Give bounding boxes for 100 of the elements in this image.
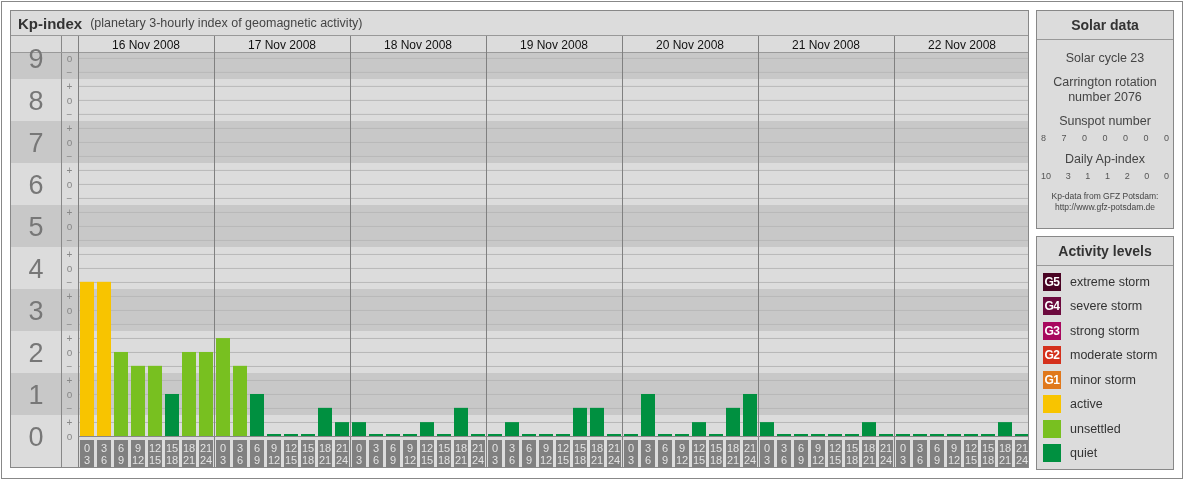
time-slot-label: 6 9	[794, 440, 808, 467]
level-label: active	[1070, 397, 1103, 411]
time-slot-label: 12 15	[692, 440, 706, 467]
kp-bar	[352, 422, 366, 436]
source-note: Kp-data from GFZ Potsdam: http://www.gfz-potsdam.de	[1050, 191, 1160, 213]
minor-tick-label: o	[66, 94, 73, 106]
date-label: 17 Nov 2008	[247, 37, 317, 52]
time-slot-label: 21 24	[607, 440, 621, 467]
time-slot-label: 15 18	[437, 440, 451, 467]
ap-index-value: 3	[1065, 171, 1071, 181]
kp-bar	[743, 394, 757, 436]
minor-tick-label: −	[66, 192, 73, 204]
kp-bar	[760, 422, 774, 436]
solar-cycle-text: Solar cycle 23	[1065, 51, 1145, 66]
y-axis-label: 1	[28, 380, 44, 410]
ap-index-value: 1	[1104, 171, 1110, 181]
time-slot-label: 15 18	[845, 440, 859, 467]
kp-bar	[250, 394, 264, 436]
time-slot-label: 9 12	[267, 440, 281, 467]
minor-tick-label: o	[66, 178, 73, 190]
date-label: 21 Nov 2008	[791, 37, 861, 52]
time-slot-label: 15 18	[709, 440, 723, 467]
level-label: minor storm	[1070, 372, 1136, 387]
kp-bar	[862, 422, 876, 436]
level-label: strong storm	[1070, 323, 1140, 338]
time-slot-label: 3 6	[505, 440, 519, 467]
time-slot-label: 21 24	[879, 440, 893, 467]
date-label: 19 Nov 2008	[519, 37, 589, 52]
panel-title: Kp-index	[18, 14, 83, 32]
ap-index-value: 0	[1144, 171, 1150, 181]
time-slot-label: 0 3	[896, 440, 910, 467]
level-label: severe storm	[1070, 299, 1143, 313]
kp-bar	[420, 422, 434, 436]
time-slot-label: 0 3	[352, 440, 366, 467]
y-axis-label: 7	[28, 127, 44, 158]
kp-bar	[335, 422, 349, 436]
time-slot-label: 0 3	[624, 440, 638, 467]
time-slot-label: 3 6	[777, 440, 791, 467]
panel-subtitle: (planetary 3-hourly index of geomagnetic activity)	[90, 16, 363, 30]
minor-tick-label: o	[66, 262, 73, 274]
kp-bar	[505, 422, 519, 436]
y-axis-label: 5	[28, 211, 44, 242]
minor-tick-label: +	[66, 375, 73, 386]
time-slot-label: 12 15	[828, 440, 842, 467]
kp-bar	[998, 422, 1012, 436]
minor-tick-label: +	[66, 206, 73, 218]
time-slot-label: 21 24	[1015, 440, 1028, 467]
level-label: quiet	[1070, 446, 1098, 460]
time-slot-label: 18 21	[182, 440, 196, 467]
minor-tick-label: o	[66, 346, 73, 358]
level-swatch: G1	[1043, 370, 1061, 389]
sunspot-value: 0	[1163, 133, 1169, 143]
date-label: 22 Nov 2008	[927, 37, 997, 52]
time-slot-label: 0 3	[760, 440, 774, 467]
time-slot-label: 15 18	[301, 440, 315, 467]
level-label: moderate storm	[1070, 348, 1158, 362]
kp-bar	[233, 365, 247, 436]
sunspot-value: 0	[1122, 133, 1128, 143]
time-slot-label: 6 9	[250, 440, 264, 467]
sunspot-value: 0	[1081, 133, 1087, 143]
time-slot-label: 0 3	[80, 440, 94, 467]
time-slot-label: 9 12	[947, 440, 961, 467]
panel-title: Solar data	[1037, 11, 1173, 40]
minor-tick-label: −	[66, 276, 73, 288]
minor-tick-label: −	[66, 361, 73, 372]
y-axis-label: 8	[28, 85, 44, 116]
minor-tick-label: −	[66, 403, 73, 414]
ap-index-value: 10	[1041, 171, 1051, 181]
ap-index-label: Daily Ap-index	[1065, 152, 1145, 167]
time-slot-label: 0 3	[216, 440, 230, 467]
time-slot-label: 9 12	[131, 440, 145, 467]
kp-bar	[131, 365, 145, 436]
time-slot-label: 9 12	[539, 440, 553, 467]
time-slot-label: 6 9	[386, 440, 400, 467]
sunspot-value: 0	[1143, 133, 1149, 143]
level-swatch: G2	[1043, 346, 1061, 364]
date-label: 18 Nov 2008	[383, 37, 453, 52]
time-slot-label: 12 15	[148, 440, 162, 467]
time-slot-label: 21 24	[471, 440, 485, 467]
level-swatch: G3	[1043, 321, 1061, 340]
time-slot-label: 6 9	[930, 440, 944, 467]
kp-bar	[726, 407, 740, 436]
time-slot-label: 18 21	[590, 440, 604, 467]
minor-tick-label: −	[66, 66, 73, 78]
minor-tick-label: −	[66, 108, 73, 120]
time-slot-label: 6 9	[114, 440, 128, 467]
time-slot-label: 3 6	[97, 440, 111, 467]
ap-index-value: 2	[1124, 171, 1130, 181]
minor-tick-label: −	[66, 150, 73, 162]
kp-bar	[590, 407, 604, 436]
minor-tick-label: +	[66, 80, 73, 92]
kp-bar	[692, 422, 706, 436]
time-slot-label: 12 15	[556, 440, 570, 467]
sunspot-value: 7	[1061, 133, 1067, 143]
minor-tick-label: o	[66, 431, 73, 442]
time-slot-label: 15 18	[981, 440, 995, 467]
level-label: extreme storm	[1070, 274, 1150, 289]
time-slot-label: 3 6	[913, 440, 927, 467]
time-slot-label: 15 18	[573, 440, 587, 467]
time-slot-label: 21 24	[743, 440, 757, 467]
